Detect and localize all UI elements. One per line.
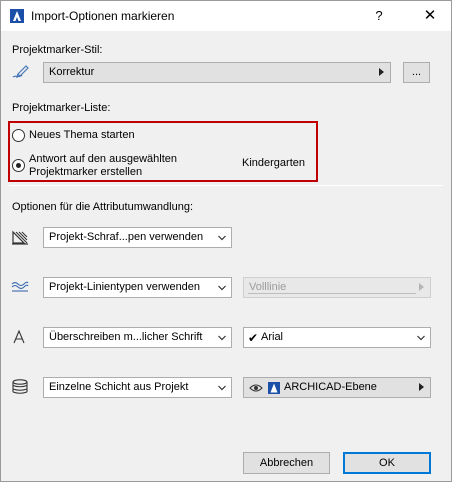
hatch-fill-icon xyxy=(12,230,28,245)
archicad-layer-icon xyxy=(268,382,280,394)
window-title: Import-Optionen markieren xyxy=(31,9,175,23)
font-conversion-dropdown[interactable]: Überschreiben m...licher Schrift xyxy=(43,327,232,348)
title-bar[interactable]: Import-Optionen markieren ? ✕ xyxy=(1,1,451,31)
line-conversion-value: Projekt-Linientypen verwenden xyxy=(49,281,201,293)
fill-conversion-value: Projekt-Schraf...pen verwenden xyxy=(49,231,204,243)
arrow-right-icon xyxy=(419,383,424,391)
layer-conversion-value: Einzelne Schicht aus Projekt xyxy=(49,381,189,393)
chevron-down-icon xyxy=(417,335,425,341)
arrow-right-icon xyxy=(379,68,384,76)
font-icon xyxy=(13,329,25,344)
layers-icon xyxy=(12,379,28,394)
help-button[interactable]: ? xyxy=(365,5,393,27)
line-conversion-dropdown[interactable]: Projekt-Linientypen verwenden xyxy=(43,277,232,298)
line-type-icon xyxy=(11,281,29,292)
archicad-icon xyxy=(10,9,24,23)
font-value: Arial xyxy=(261,331,284,343)
checkmark-icon: ✔ xyxy=(248,331,259,345)
chevron-down-icon xyxy=(218,335,226,341)
arrow-right-icon xyxy=(419,283,424,291)
selected-marker-name: Kindergarten xyxy=(242,157,305,169)
layer-conversion-dropdown[interactable]: Einzelne Schicht aus Projekt xyxy=(43,377,232,398)
line-preview xyxy=(248,293,416,294)
style-section-label: Projektmarker-Stil: xyxy=(12,44,103,56)
radio-reply-label-line2[interactable]: Projektmarker erstellen xyxy=(29,166,142,178)
marker-style-value: Korrektur xyxy=(49,66,95,78)
radio-new-topic[interactable] xyxy=(12,129,25,142)
cancel-button[interactable]: Abbrechen xyxy=(243,452,330,474)
radio-reply-label-line1[interactable]: Antwort auf den ausgewählten xyxy=(29,153,177,165)
chevron-down-icon xyxy=(218,385,226,391)
font-conversion-value: Überschreiben m...licher Schrift xyxy=(49,331,203,343)
import-options-dialog: Import-Optionen markieren ? ✕ Projektmar… xyxy=(0,0,452,482)
eye-icon xyxy=(249,384,263,392)
marker-style-dropdown[interactable]: Korrektur xyxy=(43,62,391,83)
chevron-down-icon xyxy=(218,285,226,291)
radio-reply[interactable] xyxy=(12,159,25,172)
list-section-label: Projektmarker-Liste: xyxy=(12,102,111,114)
line-type-value: Volllinie xyxy=(249,281,287,293)
close-button[interactable]: ✕ xyxy=(413,5,447,27)
fill-conversion-dropdown[interactable]: Projekt-Schraf...pen verwenden xyxy=(43,227,232,248)
conversion-section-label: Optionen für die Attributumwandlung: xyxy=(12,201,194,213)
divider xyxy=(9,185,443,186)
line-type-dropdown: Volllinie xyxy=(243,277,431,298)
browse-style-button[interactable]: ... xyxy=(403,62,430,83)
pen-icon xyxy=(12,65,29,78)
ok-button[interactable]: OK xyxy=(343,452,431,474)
radio-new-topic-label[interactable]: Neues Thema starten xyxy=(29,129,135,141)
font-dropdown[interactable]: ✔ Arial xyxy=(243,327,431,348)
chevron-down-icon xyxy=(218,235,226,241)
layer-value: ARCHICAD-Ebene xyxy=(284,381,377,393)
layer-dropdown[interactable]: ARCHICAD-Ebene xyxy=(243,377,431,398)
